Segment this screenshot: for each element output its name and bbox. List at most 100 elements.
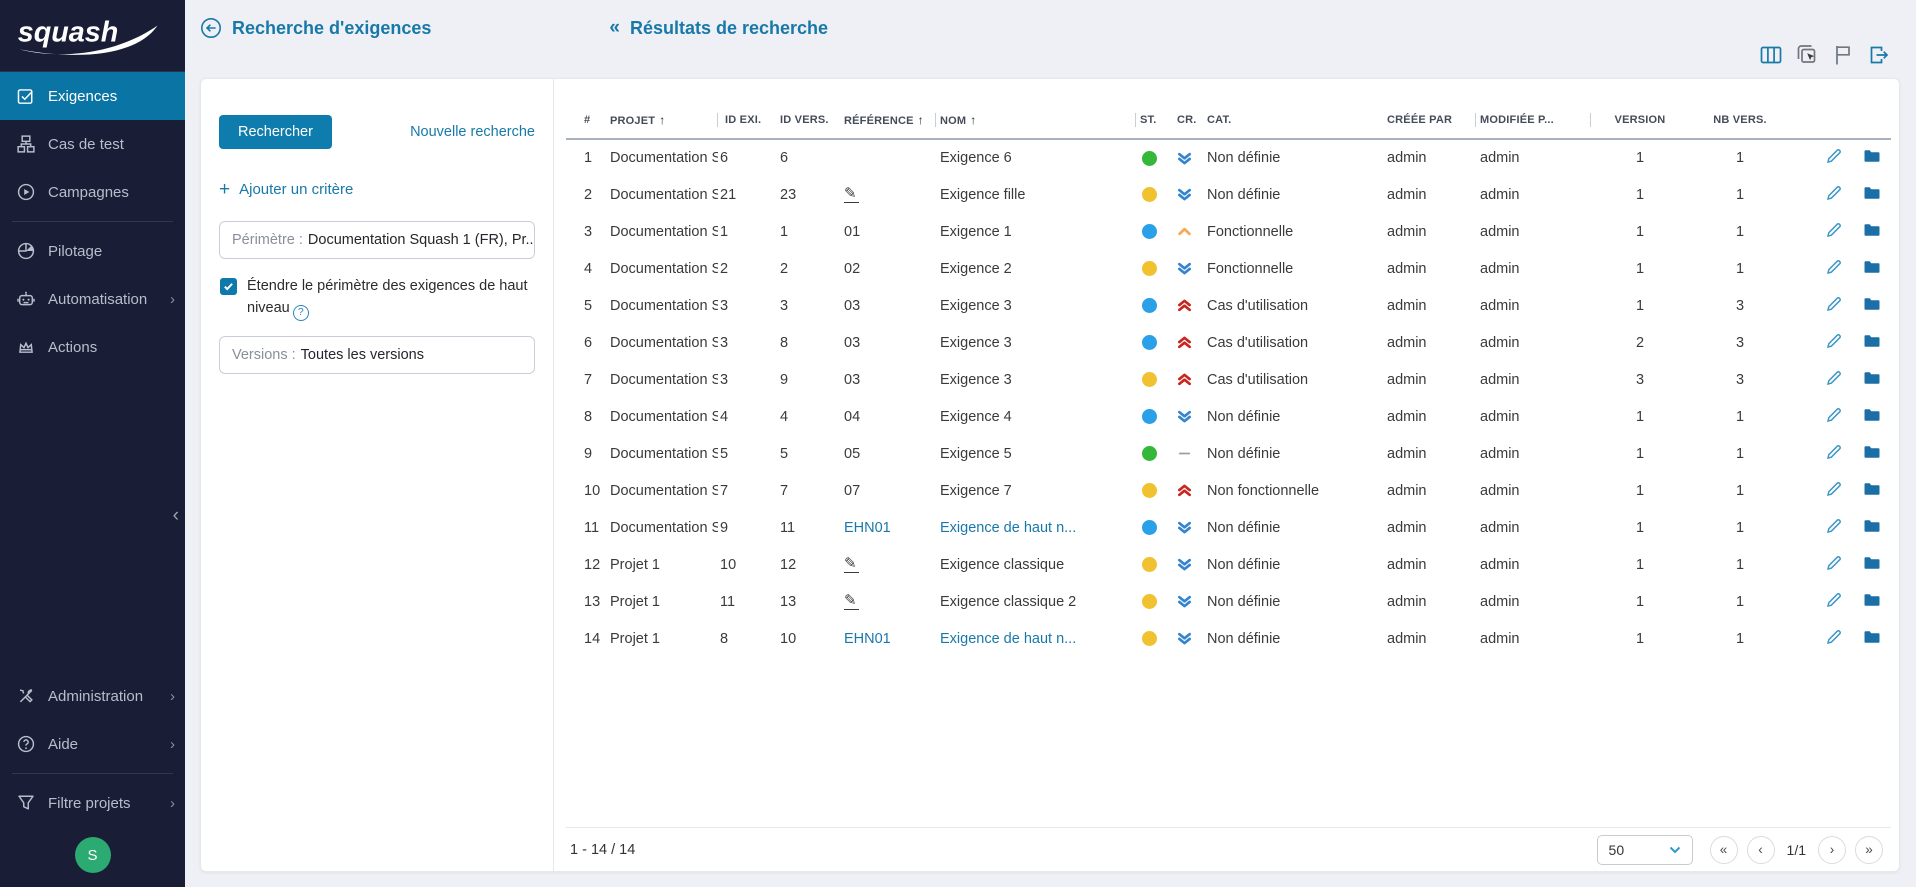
table-row[interactable]: 1Documentation S...66Exigence 6Non défin…: [566, 139, 1891, 176]
show-in-tree-folder-icon[interactable]: [1863, 369, 1881, 387]
cell-ref: ✎: [836, 546, 936, 583]
show-in-tree-folder-icon[interactable]: [1863, 332, 1881, 350]
edit-requirement-icon[interactable]: [1825, 628, 1843, 646]
sidebar-item-aide[interactable]: Aide›: [0, 720, 185, 768]
edit-requirement-icon[interactable]: [1825, 480, 1843, 498]
sidebar-item-pilotage[interactable]: Pilotage: [0, 227, 185, 275]
first-page-button[interactable]: «: [1710, 836, 1738, 864]
sidebar-item-automatisation[interactable]: Automatisation›: [0, 275, 185, 323]
column-header-st[interactable]: ST.: [1136, 109, 1173, 139]
table-row[interactable]: 13Projet 11113✎Exigence classique 2Non d…: [566, 583, 1891, 620]
page-size-select[interactable]: 50: [1597, 835, 1693, 865]
columns-icon[interactable]: [1760, 44, 1782, 66]
sidebar-item-exigences[interactable]: Exigences: [0, 72, 185, 120]
criticality-minor-icon: [1177, 594, 1192, 610]
table-row[interactable]: 9Documentation S...5505Exigence 5Non déf…: [566, 435, 1891, 472]
reference-link[interactable]: EHN01: [844, 631, 891, 647]
column-label: CAT.: [1207, 114, 1231, 126]
edit-reference-icon[interactable]: ✎: [844, 593, 859, 611]
table-row[interactable]: 3Documentation S...1101Exigence 1Fonctio…: [566, 213, 1891, 250]
cell-ref: 02: [836, 250, 936, 287]
show-in-tree-folder-icon[interactable]: [1863, 628, 1881, 646]
edit-reference-icon[interactable]: ✎: [844, 186, 859, 204]
table-row[interactable]: 11Documentation S...911EHN01Exigence de …: [566, 509, 1891, 546]
column-header-creee[interactable]: CRÉÉE PAR: [1383, 109, 1476, 139]
column-header-version[interactable]: VERSION: [1591, 109, 1689, 139]
sidebar-collapse-icon[interactable]: ‹: [173, 505, 179, 527]
perimeter-field[interactable]: Périmètre : Documentation Squash 1 (FR),…: [219, 221, 535, 259]
edit-requirement-icon[interactable]: [1825, 443, 1843, 461]
multi-select-icon[interactable]: [1796, 44, 1818, 66]
criticality-critical-icon: [1177, 298, 1192, 314]
last-page-button[interactable]: »: [1855, 836, 1883, 864]
prev-page-button[interactable]: ‹: [1747, 836, 1775, 864]
edit-requirement-icon[interactable]: [1825, 258, 1843, 276]
user-avatar[interactable]: S: [75, 837, 111, 873]
requirement-link[interactable]: Exigence de haut n...: [940, 520, 1076, 536]
versions-field[interactable]: Versions : Toutes les versions: [219, 336, 535, 374]
show-in-tree-folder-icon[interactable]: [1863, 591, 1881, 609]
extend-scope-checkbox[interactable]: [220, 278, 237, 295]
help-icon[interactable]: ?: [293, 305, 309, 321]
search-button[interactable]: Rechercher: [219, 115, 332, 149]
requirement-link[interactable]: Exigence de haut n...: [940, 631, 1076, 647]
cell-idvers: 4: [776, 398, 836, 435]
table-row[interactable]: 6Documentation S...3803Exigence 3Cas d'u…: [566, 324, 1891, 361]
column-header-projet[interactable]: PROJET↑: [606, 109, 718, 139]
column-header-cat[interactable]: CAT.: [1203, 109, 1383, 139]
table-row[interactable]: 12Projet 11012✎Exigence classiqueNon déf…: [566, 546, 1891, 583]
table-row[interactable]: 7Documentation S...3903Exigence 3Cas d'u…: [566, 361, 1891, 398]
table-row[interactable]: 4Documentation S...2202Exigence 2Fonctio…: [566, 250, 1891, 287]
show-in-tree-folder-icon[interactable]: [1863, 406, 1881, 424]
edit-requirement-icon[interactable]: [1825, 517, 1843, 535]
edit-requirement-icon[interactable]: [1825, 369, 1843, 387]
next-page-button[interactable]: ›: [1818, 836, 1846, 864]
column-header-idvers[interactable]: ID VERS.: [776, 109, 836, 139]
show-in-tree-folder-icon[interactable]: [1863, 295, 1881, 313]
column-header-num[interactable]: #: [566, 109, 606, 139]
sidebar-item-campagnes[interactable]: Campagnes: [0, 168, 185, 216]
collapse-panel-icon[interactable]: «: [609, 17, 620, 39]
show-in-tree-folder-icon[interactable]: [1863, 443, 1881, 461]
squash-logo[interactable]: squash: [0, 0, 185, 72]
edit-requirement-icon[interactable]: [1825, 332, 1843, 350]
edit-requirement-icon[interactable]: [1825, 184, 1843, 202]
show-in-tree-folder-icon[interactable]: [1863, 184, 1881, 202]
edit-requirement-icon[interactable]: [1825, 221, 1843, 239]
edit-requirement-icon[interactable]: [1825, 591, 1843, 609]
sidebar-item-cas-de-test[interactable]: Cas de test: [0, 120, 185, 168]
table-row[interactable]: 10Documentation S...7707Exigence 7Non fo…: [566, 472, 1891, 509]
show-in-tree-folder-icon[interactable]: [1863, 554, 1881, 572]
edit-requirement-icon[interactable]: [1825, 295, 1843, 313]
sidebar-item-actions[interactable]: Actions: [0, 323, 185, 371]
column-header-ref[interactable]: RÉFÉRENCE↑: [836, 109, 936, 139]
show-in-tree-folder-icon[interactable]: [1863, 221, 1881, 239]
show-in-tree-folder-icon[interactable]: [1863, 147, 1881, 165]
cell-version: 1: [1591, 287, 1689, 324]
column-header-cr[interactable]: CR.: [1173, 109, 1203, 139]
edit-requirement-icon[interactable]: [1825, 406, 1843, 424]
show-in-tree-folder-icon[interactable]: [1863, 258, 1881, 276]
sidebar-item-filtre-projets[interactable]: Filtre projets›: [0, 779, 185, 827]
edit-reference-icon[interactable]: ✎: [844, 556, 859, 574]
table-row[interactable]: 14Projet 1810EHN01Exigence de haut n...N…: [566, 620, 1891, 657]
show-in-tree-folder-icon[interactable]: [1863, 480, 1881, 498]
edit-requirement-icon[interactable]: [1825, 147, 1843, 165]
new-search-link[interactable]: Nouvelle recherche: [410, 124, 535, 140]
sidebar-item-administration[interactable]: Administration›: [0, 672, 185, 720]
edit-requirement-icon[interactable]: [1825, 554, 1843, 572]
table-row[interactable]: 8Documentation S...4404Exigence 4Non déf…: [566, 398, 1891, 435]
add-criterion-button[interactable]: + Ajouter un critère: [219, 180, 535, 199]
column-header-nbvers[interactable]: NB VERS.: [1689, 109, 1791, 139]
show-in-tree-folder-icon[interactable]: [1863, 517, 1881, 535]
column-header-actions[interactable]: [1791, 109, 1891, 139]
flag-icon[interactable]: [1832, 44, 1854, 66]
column-header-modif[interactable]: MODIFIÉE P...: [1476, 109, 1591, 139]
column-header-nom[interactable]: NOM↑: [936, 109, 1136, 139]
table-row[interactable]: 2Documentation S...2123✎Exigence filleNo…: [566, 176, 1891, 213]
table-row[interactable]: 5Documentation S...3303Exigence 3Cas d'u…: [566, 287, 1891, 324]
column-header-idexi[interactable]: ID EXI.: [718, 109, 776, 139]
reference-link[interactable]: EHN01: [844, 520, 891, 536]
export-icon[interactable]: [1868, 44, 1890, 66]
back-button[interactable]: [200, 17, 222, 39]
